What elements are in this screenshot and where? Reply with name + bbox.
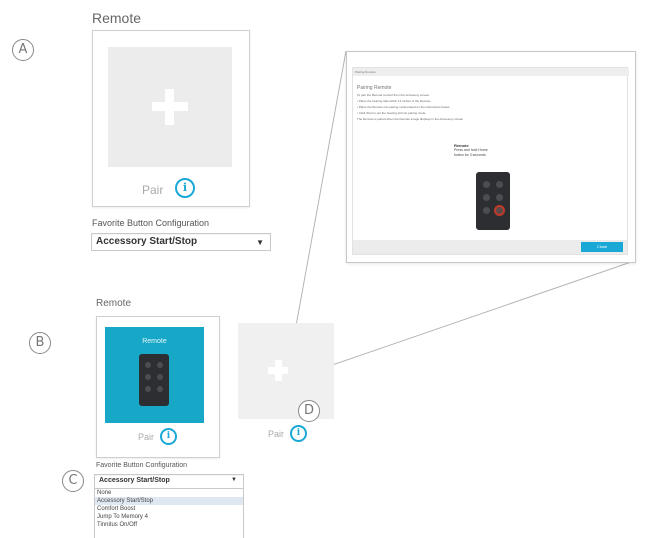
callout-d: D xyxy=(298,400,320,422)
callout-b: B xyxy=(29,332,51,354)
pair-label-d: Pair xyxy=(268,429,285,439)
instruction-line: • Place the Remote into pairing mode bas… xyxy=(357,105,450,109)
favorite-button-select[interactable]: Accessory Start/Stop ▼ xyxy=(91,233,271,251)
favorite-button-label-b: Favorite Button Configuration xyxy=(96,462,188,469)
dropdown-option[interactable]: Jump To Memory 4 xyxy=(95,513,243,521)
plus-icon-vertical xyxy=(165,89,174,125)
pairing-dialog: Pairing Remote Pairing Remote To pair th… xyxy=(352,67,629,255)
instruction-line: • Place the hearing aids within 12 inche… xyxy=(357,99,431,103)
instruction-line: The Remote is paired when the Remote ima… xyxy=(357,117,464,121)
pairing-popup-zoom: Pairing Remote Pairing Remote To pair th… xyxy=(346,51,636,263)
plus-icon-b-vertical xyxy=(275,360,282,381)
dialog-titlebar: Pairing Remote xyxy=(353,68,629,76)
paired-remote-label: Remote xyxy=(142,338,167,345)
favorite-button-label: Favorite Button Configuration xyxy=(92,218,210,228)
section-b-title: Remote xyxy=(96,298,132,309)
pair-label-b: Pair xyxy=(138,432,155,442)
pair-label: Pair xyxy=(142,183,164,197)
dropdown-option[interactable]: None xyxy=(95,489,243,497)
chevron-down-icon-b: ▼ xyxy=(231,477,237,483)
dialog-heading: Pairing Remote xyxy=(357,85,392,91)
dropdown-option[interactable]: Tinnitus On/Off xyxy=(95,521,243,529)
info-icon-b[interactable]: i xyxy=(160,428,177,445)
section-a-title: Remote xyxy=(92,10,142,26)
dialog-remote-desc: Press and hold Home button for 3 seconds xyxy=(454,148,488,157)
favorite-button-value-b: Accessory Start/Stop xyxy=(99,477,170,484)
close-button[interactable]: Close xyxy=(581,242,623,252)
dropdown-option[interactable]: Comfort Boost xyxy=(95,505,243,513)
favorite-button-select-b[interactable]: Accessory Start/Stop ▼ xyxy=(94,474,244,489)
home-button-highlight xyxy=(496,207,503,214)
callout-a: A xyxy=(12,39,34,61)
paired-remote-tile[interactable]: Remote xyxy=(105,327,204,423)
remote-card-a[interactable]: Pair i xyxy=(92,30,250,207)
instruction-line: • Click Start to put the hearing aid int… xyxy=(357,111,426,115)
chevron-down-icon: ▼ xyxy=(256,238,264,247)
info-icon[interactable]: i xyxy=(175,178,195,198)
remote-device-image xyxy=(476,172,510,230)
add-remote-tile-b[interactable] xyxy=(238,323,334,419)
info-icon-d[interactable]: i xyxy=(290,425,307,442)
dialog-footer: Close xyxy=(353,240,627,254)
instruction-line: To pair the Remote Control from the Acce… xyxy=(357,93,430,97)
add-remote-tile[interactable] xyxy=(108,47,232,167)
callout-c: C xyxy=(62,470,84,492)
dropdown-option-selected[interactable]: Accessory Start/Stop xyxy=(95,497,243,505)
favorite-button-value: Accessory Start/Stop xyxy=(96,236,198,247)
favorite-button-dropdown[interactable]: None Accessory Start/Stop Comfort Boost … xyxy=(94,488,244,538)
remote-device-image xyxy=(139,354,169,406)
